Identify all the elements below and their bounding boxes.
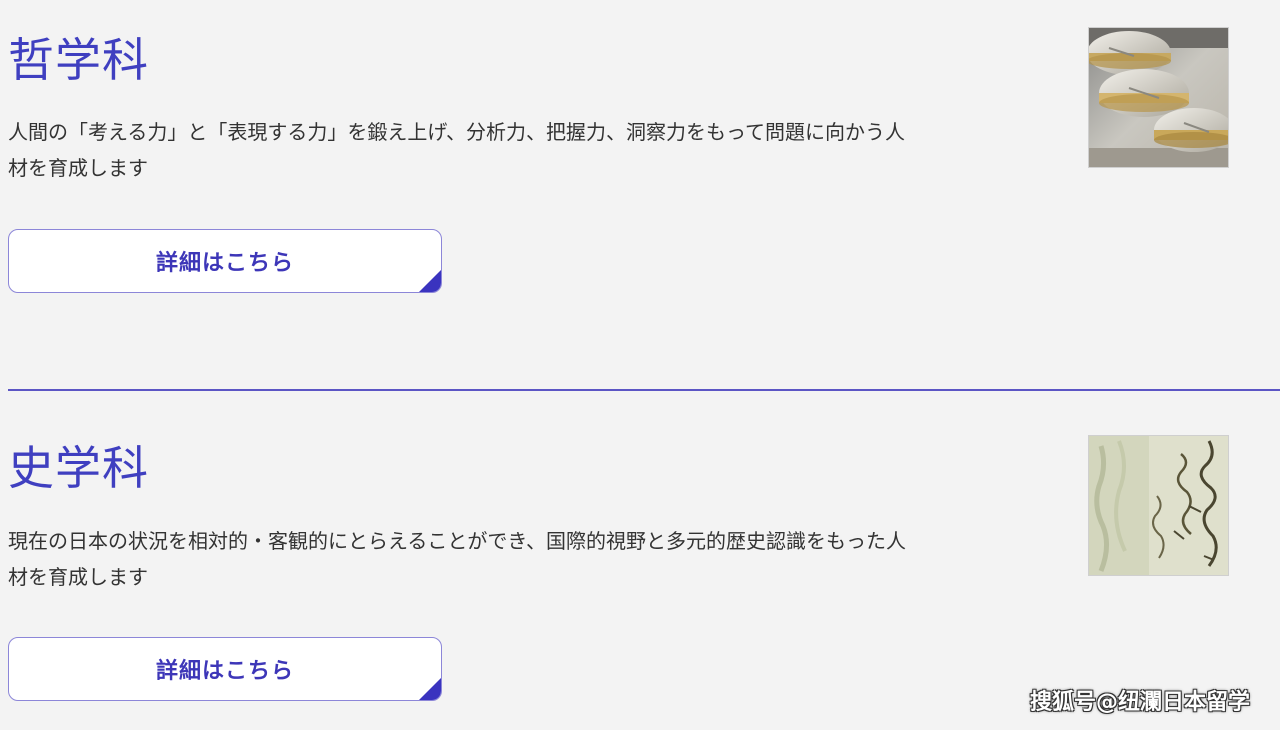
department-title: 哲学科 — [8, 33, 149, 87]
coins-image — [1089, 28, 1228, 167]
corner-arrow-icon — [419, 678, 441, 700]
corner-arrow-icon — [419, 270, 441, 292]
department-thumbnail-coins — [1088, 27, 1229, 168]
details-button[interactable]: 詳細はこちら — [8, 637, 442, 701]
calligraphy-image — [1089, 436, 1228, 575]
department-description: 人間の「考える力」と「表現する力」を鍛え上げ、分析力、把握力、洞察力をもって問題… — [8, 120, 905, 180]
department-description: 現在の日本の状況を相対的・客観的にとらえることができ、国際的視野と多元的歴史認識… — [8, 529, 906, 589]
section-divider — [8, 389, 1280, 391]
details-button-label: 詳細はこちら — [155, 659, 294, 684]
details-button-label: 詳細はこちら — [155, 251, 294, 276]
watermark-text: 搜狐号@纽瀾日本留学 — [1029, 690, 1250, 715]
department-thumbnail-calligraphy — [1088, 435, 1229, 576]
department-title: 史学科 — [8, 441, 149, 495]
details-button[interactable]: 詳細はこちら — [8, 229, 442, 293]
